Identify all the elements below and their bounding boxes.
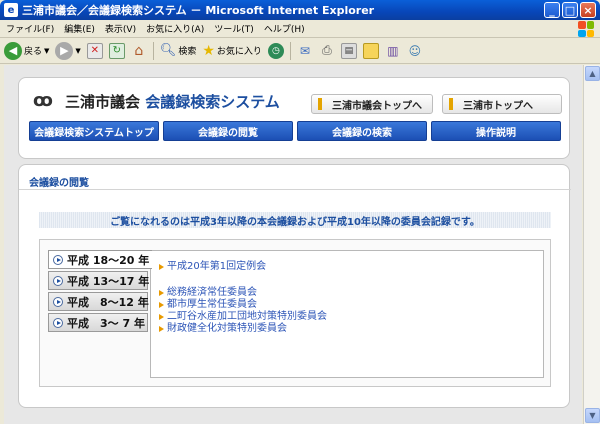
history-button[interactable]: ◷ xyxy=(267,42,284,59)
session-list: 平成20年第1回定例会 総務経済常任委員会 都市厚生常任委員会 二町谷水産加工団… xyxy=(150,250,544,378)
discuss-button[interactable] xyxy=(362,42,379,59)
year-tab-label: 平成 18～20 年 xyxy=(67,253,150,267)
search-icon: 🔍︎ xyxy=(159,43,177,58)
arrow-right-icon xyxy=(159,326,164,332)
main-nav: 会議録検索システムトップ 会議録の閲覧 会議録の検索 操作説明 xyxy=(29,121,561,141)
toolbar-separator xyxy=(152,41,154,60)
year-tab-h13-17[interactable]: 平成 13～17 年 xyxy=(48,271,150,290)
research-button[interactable]: ▥ xyxy=(385,43,401,59)
messenger-button[interactable]: ☺ xyxy=(407,43,423,59)
city-emblem-icon: ꝏ xyxy=(33,90,53,111)
arrow-circle-icon xyxy=(53,275,63,286)
star-icon: ★ xyxy=(202,42,215,59)
arrow-circle-icon xyxy=(53,296,63,307)
nav-search-top[interactable]: 会議録検索システムトップ xyxy=(29,121,159,141)
session-link[interactable]: 財政健全化対策特別委員会 xyxy=(159,323,535,335)
browse-panel: 会議録の閲覧 ご覧になれるのは平成3年以降の本会議録および平成10年以降の委員会… xyxy=(18,164,571,408)
section-divider xyxy=(19,189,571,190)
menu-view[interactable]: 表示(V) xyxy=(105,22,136,35)
year-tab-h3-7[interactable]: 平成 3～ 7 年 xyxy=(48,313,148,332)
favorites-label: お気に入り xyxy=(216,47,262,57)
scroll-up-icon[interactable]: ▲ xyxy=(585,66,600,81)
print-button[interactable]: ⎙ xyxy=(319,43,335,59)
back-label: 戻る xyxy=(24,47,43,57)
arrow-circle-icon xyxy=(53,254,63,265)
council-top-link[interactable]: 三浦市議会トップへ xyxy=(311,94,433,114)
page-viewport: ꝏ 三浦市議会 会議録検索システム 三浦市議会トップへ 三浦市トップへ 会議録検… xyxy=(4,65,582,424)
year-tab-label: 平成 8～12 年 xyxy=(67,295,149,309)
edit-button[interactable]: ▤ xyxy=(340,42,357,59)
nav-help[interactable]: 操作説明 xyxy=(431,121,561,141)
forward-arrow-icon: ▶ xyxy=(55,41,74,60)
scroll-down-icon[interactable]: ▼ xyxy=(585,408,600,423)
arrow-circle-icon xyxy=(53,317,63,328)
arrow-right-icon xyxy=(159,314,164,320)
availability-notice: ご覧になれるのは平成3年以降の本会議録および平成10年以降の委員会記録です。 xyxy=(39,212,551,228)
forward-button[interactable]: ▶ ▼ xyxy=(55,41,81,60)
forward-dropdown-icon: ▼ xyxy=(75,46,81,55)
session-label: 平成20年第1回定例会 xyxy=(167,261,267,272)
vertical-scrollbar[interactable]: ▲ ▼ xyxy=(583,65,600,424)
arrow-right-icon xyxy=(159,290,164,296)
back-button[interactable]: ◀ 戻る ▼ xyxy=(4,41,50,60)
back-arrow-icon: ◀ xyxy=(4,41,22,60)
session-link[interactable]: 二町谷水産加工団地対策特別委員会 xyxy=(159,311,535,323)
home-button[interactable]: ⌂ xyxy=(131,43,147,59)
year-tab-h8-12[interactable]: 平成 8～12 年 xyxy=(48,292,149,311)
favorites-button[interactable]: ★ お気に入り xyxy=(202,43,262,59)
menu-edit[interactable]: 編集(E) xyxy=(64,22,95,35)
toolbar-separator xyxy=(289,41,291,60)
site-title-main: 三浦市議会 xyxy=(65,93,141,111)
arrow-right-icon xyxy=(159,302,164,308)
window-title: 三浦市議会／会議録検索システム － Microsoft Internet Exp… xyxy=(22,4,375,17)
session-label: 二町谷水産加工団地対策特別委員会 xyxy=(167,311,327,322)
year-tab-h18-20[interactable]: 平成 18～20 年 xyxy=(48,250,152,269)
window-titlebar: e 三浦市議会／会議録検索システム － Microsoft Internet E… xyxy=(0,0,600,20)
maximize-button[interactable]: □ xyxy=(562,2,578,18)
link-marker-icon xyxy=(318,98,322,110)
stop-button[interactable]: ✕ xyxy=(86,42,103,59)
arrow-right-icon xyxy=(159,264,164,270)
menu-favorites[interactable]: お気に入り(A) xyxy=(146,22,204,35)
section-title: 会議録の閲覧 xyxy=(29,178,89,189)
refresh-button[interactable]: ↻ xyxy=(108,42,125,59)
session-label: 総務経済常任委員会 xyxy=(167,287,257,298)
year-tab-label: 平成 13～17 年 xyxy=(67,274,150,288)
link-marker-icon xyxy=(449,98,453,110)
session-link[interactable]: 総務経済常任委員会 xyxy=(159,287,535,299)
search-button[interactable]: 🔍︎ 検索 xyxy=(160,43,197,58)
site-title-sub: 会議録検索システム xyxy=(145,93,280,111)
menu-file[interactable]: ファイル(F) xyxy=(6,22,54,35)
close-button[interactable]: × xyxy=(580,2,596,18)
session-label: 財政健全化対策特別委員会 xyxy=(167,323,287,334)
site-header: ꝏ 三浦市議会 会議録検索システム 三浦市議会トップへ 三浦市トップへ 会議録検… xyxy=(18,77,570,159)
browser-toolbar: ◀ 戻る ▼ ▶ ▼ ✕ ↻ ⌂ 🔍︎ 検索 ★ お気に入り ◷ ✉ ⎙ ▤ ▥… xyxy=(0,38,600,64)
menu-bar: ファイル(F) 編集(E) 表示(V) お気に入り(A) ツール(T) ヘルプ(… xyxy=(0,20,600,38)
year-tab-label: 平成 3～ 7 年 xyxy=(67,316,145,330)
session-link[interactable]: 都市厚生常任委員会 xyxy=(159,299,535,311)
nav-search[interactable]: 会議録の検索 xyxy=(297,121,427,141)
mail-button[interactable]: ✉ xyxy=(297,43,313,59)
year-tabs: 平成 18～20 年 平成 13～17 年 平成 8～12 年 平成 3～ 7 … xyxy=(48,250,152,334)
minimize-button[interactable]: _ xyxy=(544,2,560,18)
back-dropdown-icon: ▼ xyxy=(44,46,50,55)
city-top-link[interactable]: 三浦市トップへ xyxy=(442,94,562,114)
ie-icon: e xyxy=(4,3,18,17)
menu-tools[interactable]: ツール(T) xyxy=(214,22,254,35)
windows-logo-icon xyxy=(578,21,594,37)
site-title: 三浦市議会 会議録検索システム xyxy=(65,91,280,112)
council-top-label: 三浦市議会トップへ xyxy=(332,100,422,112)
session-label: 都市厚生常任委員会 xyxy=(167,299,257,310)
menu-help[interactable]: ヘルプ(H) xyxy=(264,22,305,35)
nav-browse[interactable]: 会議録の閲覧 xyxy=(163,121,293,141)
search-label: 検索 xyxy=(178,47,197,57)
session-link[interactable]: 平成20年第1回定例会 xyxy=(159,261,535,273)
city-top-label: 三浦市トップへ xyxy=(463,100,533,112)
year-browser: 平成 18～20 年 平成 13～17 年 平成 8～12 年 平成 3～ 7 … xyxy=(39,239,551,387)
